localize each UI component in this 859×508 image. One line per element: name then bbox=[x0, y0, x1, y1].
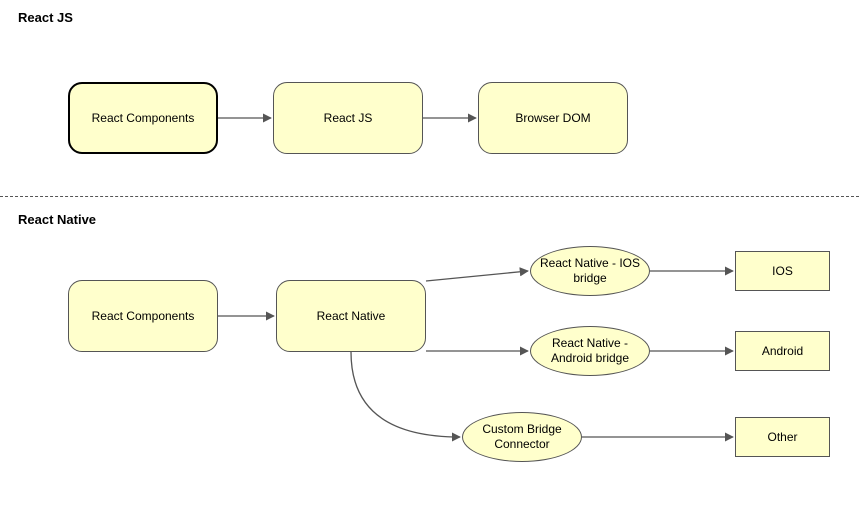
section-title-reactnative: React Native bbox=[18, 212, 96, 227]
node-reactjs-dom: Browser DOM bbox=[478, 82, 628, 154]
section-divider bbox=[0, 196, 859, 197]
node-rn-android: Android bbox=[735, 331, 830, 371]
node-rn-components: React Components bbox=[68, 280, 218, 352]
node-rn-ios: IOS bbox=[735, 251, 830, 291]
arrow-rn-core-to-custom-bridge bbox=[351, 352, 460, 437]
node-rn-other: Other bbox=[735, 417, 830, 457]
node-reactjs-components: React Components bbox=[68, 82, 218, 154]
section-title-reactjs: React JS bbox=[18, 10, 73, 25]
node-rn-ios-bridge: React Native - IOS bridge bbox=[530, 246, 650, 296]
arrow-rn-core-to-ios-bridge bbox=[426, 271, 528, 281]
node-rn-custom-bridge: Custom Bridge Connector bbox=[462, 412, 582, 462]
diagram-canvas: React JS React Components React JS Brows… bbox=[0, 0, 859, 508]
connector-layer bbox=[0, 0, 859, 508]
node-rn-core: React Native bbox=[276, 280, 426, 352]
node-rn-android-bridge: React Native - Android bridge bbox=[530, 326, 650, 376]
node-reactjs-core: React JS bbox=[273, 82, 423, 154]
